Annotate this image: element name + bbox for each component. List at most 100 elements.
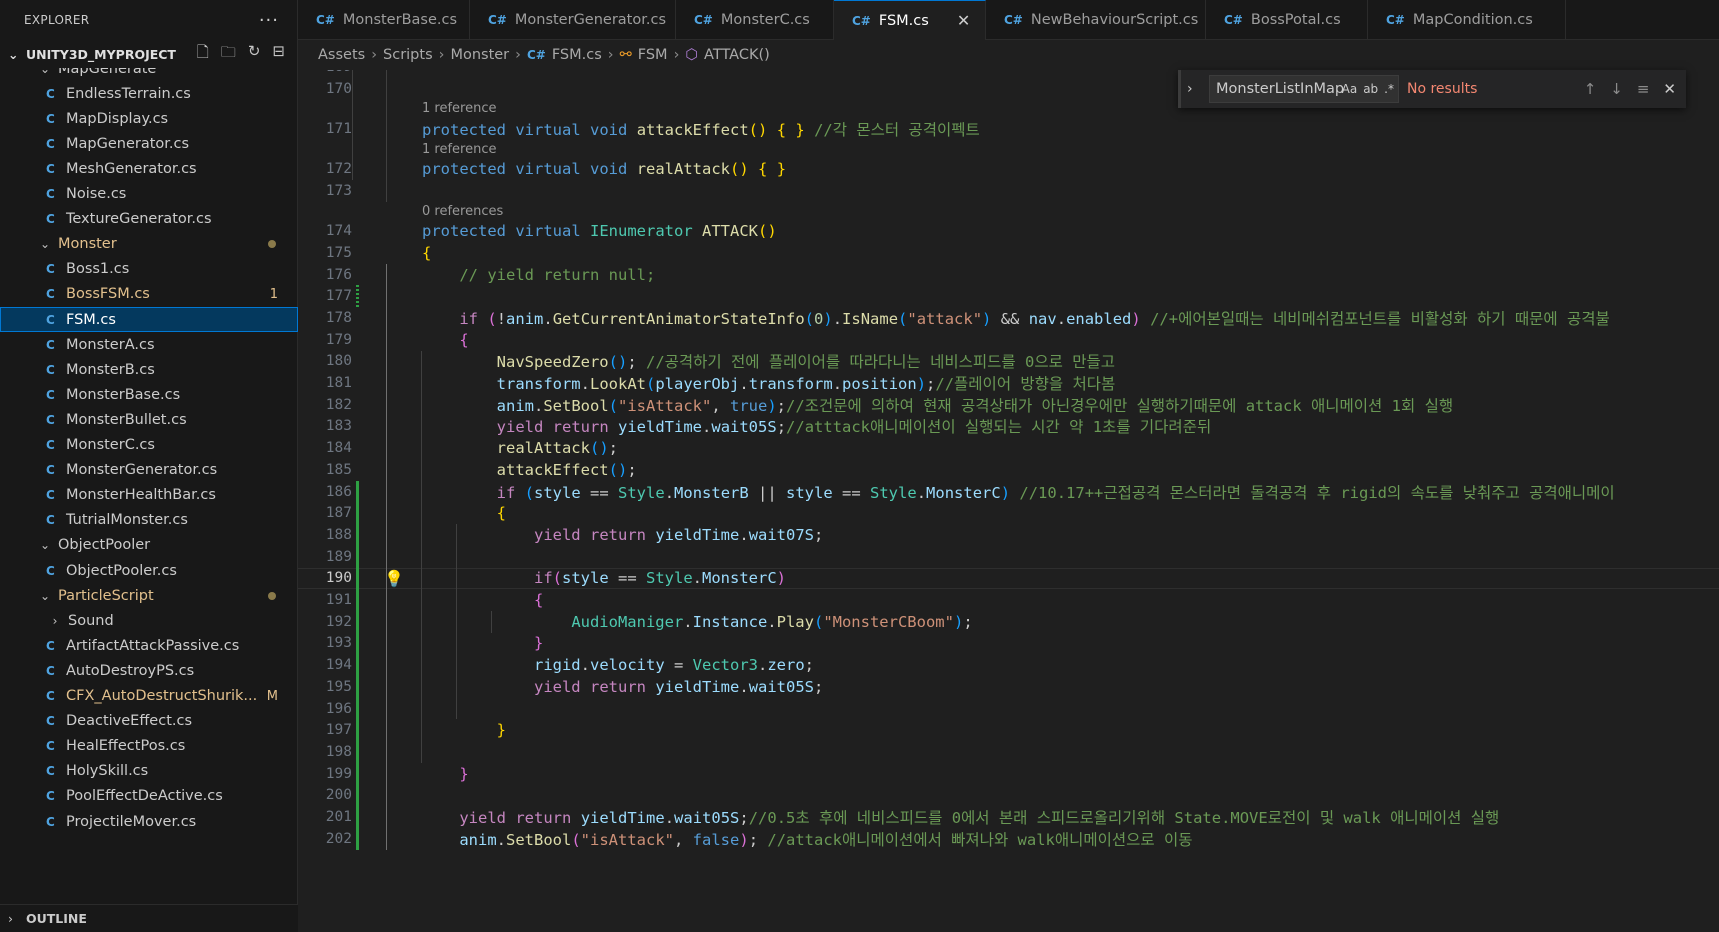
tree-file[interactable]: C TutrialMonster.cs xyxy=(0,508,298,533)
tree-file[interactable]: C HealEffectPos.cs xyxy=(0,734,298,759)
match-case-icon[interactable]: Aa xyxy=(1342,82,1358,96)
find-input[interactable]: MonsterListInMap Aa ab .* xyxy=(1209,75,1399,103)
regex-icon[interactable]: .* xyxy=(1384,82,1394,96)
tree-file[interactable]: C PoolEffectDeActive.cs xyxy=(0,784,298,809)
tree-file[interactable]: C MonsterGenerator.cs xyxy=(0,458,298,483)
editor-tab[interactable]: C# NewBehaviourScript.cs xyxy=(986,0,1206,40)
tree-file[interactable]: C MapDisplay.cs xyxy=(0,106,298,131)
tree-folder[interactable]: ⌄ ParticleScript xyxy=(0,583,298,608)
project-root[interactable]: ⌄ UNITY3D_MYPROJECT 🗋 🗀 ↻ ⊟ xyxy=(0,40,297,68)
code-line[interactable]: 181 transform.LookAt(playerObj.transform… xyxy=(298,372,1719,394)
editor-tab[interactable]: C# MonsterC.cs xyxy=(676,0,834,40)
tree-item-label: ObjectPooler xyxy=(58,537,151,554)
code-line[interactable]: 194 rigid.velocity = Vector3.zero; xyxy=(298,654,1719,676)
tree-folder[interactable]: › Sound xyxy=(0,608,298,633)
editor-tab[interactable]: C# MonsterGenerator.cs xyxy=(470,0,676,40)
tree-file[interactable]: C MonsterBullet.cs xyxy=(0,407,298,432)
tree-file[interactable]: C AutoDestroyPS.cs xyxy=(0,658,298,683)
arrow-down-icon[interactable]: ↓ xyxy=(1610,80,1623,98)
code-editor[interactable]: 169 170 1 reference 171 protected virtual vo… xyxy=(298,70,1719,932)
breadcrumb-class[interactable]: FSM xyxy=(638,47,668,63)
code-line[interactable]: 173 xyxy=(298,180,1719,202)
code-line[interactable]: 190 if(style == Style.MonsterC) xyxy=(298,567,1719,590)
code-line[interactable]: 197 } xyxy=(298,719,1719,741)
code-line[interactable]: 182 anim.SetBool("isAttack", true);//조건문… xyxy=(298,394,1719,416)
refresh-icon[interactable]: ↻ xyxy=(248,42,261,67)
code-line[interactable]: 201 yield return yieldTime.wait05S;//0.5… xyxy=(298,806,1719,828)
code-line[interactable]: 184 realAttack(); xyxy=(298,437,1719,459)
code-line[interactable]: 174 protected virtual IEnumerator ATTACK(… xyxy=(298,220,1719,242)
tab-label: BossPotal.cs xyxy=(1250,12,1341,28)
tree-file[interactable]: C EndlessTerrain.cs xyxy=(0,81,298,106)
code-line[interactable]: 172 protected virtual void realAttack() {… xyxy=(298,158,1719,180)
code-line[interactable]: 189 xyxy=(298,546,1719,568)
breadcrumb-monster[interactable]: Monster xyxy=(450,47,509,63)
tree-file[interactable]: C MonsterHealthBar.cs xyxy=(0,483,298,508)
code-line[interactable]: 196 xyxy=(298,698,1719,720)
code-line[interactable]: 185 attackEffect(); xyxy=(298,459,1719,481)
breadcrumb-file[interactable]: FSM.cs xyxy=(552,47,602,63)
tree-file[interactable]: C MapGenerator.cs xyxy=(0,131,298,156)
code-line[interactable]: 176 // yield return null; xyxy=(298,264,1719,286)
code-line[interactable]: 183 yield return yieldTime.wait05S;//att… xyxy=(298,416,1719,438)
tree-folder[interactable]: ⌄ MapGenerate xyxy=(0,68,298,81)
tree-file[interactable]: C ArtifactAttackPassive.cs xyxy=(0,633,298,658)
more-actions-icon[interactable]: ··· xyxy=(259,10,279,31)
new-file-icon[interactable]: 🗋 xyxy=(197,42,209,67)
editor-tab[interactable]: C# MonsterBase.cs xyxy=(298,0,470,40)
code-line[interactable]: 187 { xyxy=(298,502,1719,524)
match-word-icon[interactable]: ab xyxy=(1363,82,1378,96)
code-line[interactable]: 171 protected virtual void attackEffect()… xyxy=(298,118,1719,140)
editor-tab[interactable]: C# BossPotal.cs xyxy=(1206,0,1368,40)
code-line[interactable]: 191 { xyxy=(298,589,1719,611)
tree-file[interactable]: C Boss1.cs xyxy=(0,257,298,282)
arrow-up-icon[interactable]: ↑ xyxy=(1584,80,1597,98)
tree-file[interactable]: C HolySkill.cs xyxy=(0,759,298,784)
code-line[interactable]: 199 } xyxy=(298,763,1719,785)
code-line[interactable]: 178 if (!anim.GetCurrentAnimatorStateInf… xyxy=(298,307,1719,329)
tree-folder[interactable]: ⌄ ObjectPooler xyxy=(0,533,298,558)
code-line[interactable]: 188 yield return yieldTime.wait07S; xyxy=(298,524,1719,546)
new-folder-icon[interactable]: 🗀 xyxy=(221,42,236,67)
tree-file[interactable]: C CFX_AutoDestructShurik... M xyxy=(0,684,298,709)
collapse-all-icon[interactable]: ⊟ xyxy=(272,42,285,67)
lightbulb-icon[interactable]: 💡 xyxy=(384,569,404,588)
find-in-selection-icon[interactable]: ≡ xyxy=(1637,80,1650,98)
tree-file[interactable]: C FSM.cs xyxy=(0,307,298,333)
codelens-references[interactable]: 1 reference xyxy=(422,142,496,160)
tree-file[interactable]: C ObjectPooler.cs xyxy=(0,558,298,583)
code-line[interactable]: 186 if (style == Style.MonsterB || style… xyxy=(298,481,1719,503)
code-line[interactable]: 175 { xyxy=(298,242,1719,264)
code-line[interactable]: 179 { xyxy=(298,329,1719,351)
code-line[interactable]: 202 anim.SetBool("isAttack", false); //a… xyxy=(298,828,1719,850)
tree-file[interactable]: C MonsterBase.cs xyxy=(0,382,298,407)
close-icon[interactable]: ✕ xyxy=(1663,80,1676,98)
tree-folder[interactable]: ⌄ Monster xyxy=(0,232,298,257)
tree-file[interactable]: C Noise.cs xyxy=(0,182,298,207)
tree-file[interactable]: C ProjectileMover.cs xyxy=(0,809,298,834)
tree-file[interactable]: C MonsterB.cs xyxy=(0,357,298,382)
tree-file[interactable]: C MonsterA.cs xyxy=(0,332,298,357)
codelens-references[interactable]: 1 reference xyxy=(422,101,496,119)
code-line[interactable]: 198 xyxy=(298,741,1719,763)
outline-section[interactable]: › OUTLINE xyxy=(0,904,298,932)
code-line[interactable]: 195 yield return yieldTime.wait05S; xyxy=(298,676,1719,698)
toggle-replace-icon[interactable]: › xyxy=(1187,81,1203,97)
code-line[interactable]: 192 AudioManiger.Instance.Play("MonsterC… xyxy=(298,611,1719,633)
code-line[interactable]: 200 xyxy=(298,785,1719,807)
code-line[interactable]: 193 } xyxy=(298,633,1719,655)
editor-tab[interactable]: C# FSM.cs ✕ xyxy=(834,0,986,40)
editor-tab[interactable]: C# MapCondition.cs xyxy=(1368,0,1566,40)
code-line[interactable]: 180 NavSpeedZero(); //공격하기 전에 플레이어를 따라다니… xyxy=(298,351,1719,373)
breadcrumb-method[interactable]: ATTACK() xyxy=(704,47,770,63)
tree-file[interactable]: C DeactiveEffect.cs xyxy=(0,709,298,734)
breadcrumb-assets[interactable]: Assets xyxy=(318,47,365,63)
tree-file[interactable]: C MonsterC.cs xyxy=(0,433,298,458)
tree-file[interactable]: C TextureGenerator.cs xyxy=(0,207,298,232)
codelens-references[interactable]: 0 references xyxy=(422,204,503,222)
breadcrumb-scripts[interactable]: Scripts xyxy=(383,47,433,63)
close-tab-icon[interactable]: ✕ xyxy=(957,11,970,30)
tree-file[interactable]: C BossFSM.cs 1 xyxy=(0,282,298,307)
code-line[interactable]: 177 xyxy=(298,285,1719,307)
tree-file[interactable]: C MeshGenerator.cs xyxy=(0,156,298,181)
